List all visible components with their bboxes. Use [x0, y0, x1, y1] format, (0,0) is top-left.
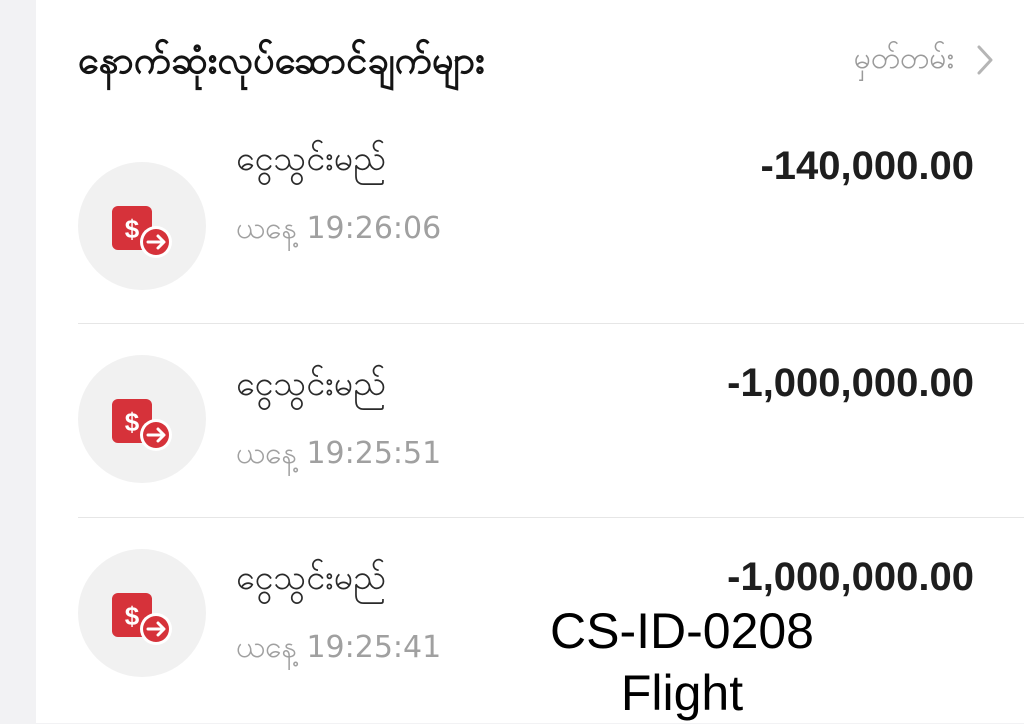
watermark-overlay: CS-ID-0208 Flight	[522, 600, 842, 724]
transaction-amount: -140,000.00	[760, 144, 974, 188]
transaction-title: ငွေသွင်းမည်	[236, 558, 386, 598]
watermark-label: Flight	[620, 665, 744, 721]
transaction-row[interactable]: $ ငွေသွင်းမည် ယနေ့ 19:26:06 -140,000.00	[36, 130, 1024, 324]
row-divider	[78, 517, 1024, 518]
money-transfer-icon: $	[112, 593, 172, 645]
svg-text:$: $	[125, 214, 140, 244]
transaction-amount: -1,000,000.00	[727, 361, 974, 405]
row-divider	[78, 323, 1024, 324]
money-transfer-icon: $	[112, 399, 172, 451]
chevron-right-icon	[977, 45, 993, 75]
svg-text:$: $	[125, 601, 140, 631]
history-link[interactable]: မှတ်တမ်း	[854, 36, 994, 84]
transaction-title: ငွေသွင်းမည်	[236, 139, 386, 179]
transaction-time: ယနေ့ 19:26:06	[236, 211, 442, 246]
transaction-time: ယနေ့ 19:25:51	[236, 436, 442, 471]
transaction-time: ယနေ့ 19:25:41	[236, 630, 442, 665]
transaction-row[interactable]: $ ငွေသွင်းမည် ယနေ့ 19:25:51 -1,000,000.0…	[36, 323, 1024, 517]
section-title: နောက်ဆုံးလုပ်ဆောင်ချက်များ	[78, 38, 485, 82]
transaction-icon-container: $	[78, 162, 206, 290]
section-header: နောက်ဆုံးလုပ်ဆောင်ချက်များ မှတ်တမ်း	[36, 0, 1024, 120]
money-transfer-icon: $	[112, 206, 172, 258]
transaction-title: ငွေသွင်းမည်	[236, 364, 386, 404]
transaction-icon-container: $	[78, 355, 206, 483]
transaction-amount: -1,000,000.00	[727, 555, 974, 599]
watermark-id: CS-ID-0208	[550, 603, 814, 659]
history-label: မှတ်တမ်း	[853, 40, 954, 76]
transaction-icon-container: $	[78, 549, 206, 677]
svg-text:$: $	[125, 407, 140, 437]
